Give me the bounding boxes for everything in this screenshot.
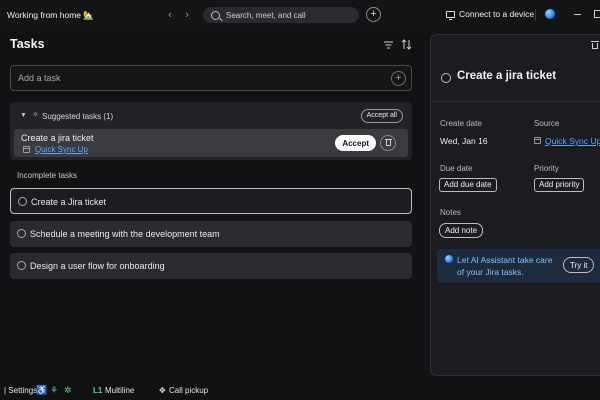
task-row-3[interactable]: Design a user flow for onboarding [10, 253, 412, 279]
priority-label: Priority [534, 164, 559, 173]
accept-button[interactable]: Accept [335, 135, 376, 151]
add-task-plus-button[interactable]: + [391, 71, 406, 86]
task-label: Design a user flow for onboarding [30, 261, 165, 271]
task-label: Schedule a meeting with the development … [30, 229, 220, 239]
chevron-down-icon[interactable]: ▼ [20, 112, 27, 119]
bottom-bar: | Settings ♿ ⚘ ✲ L1 Multiline ✥ Call pic… [0, 380, 600, 400]
connect-device-button[interactable]: Connect to a device [446, 9, 535, 20]
task-complete-radio[interactable] [17, 261, 26, 270]
call-pickup-icon: ✥ [159, 386, 166, 395]
add-note-button[interactable]: Add note [439, 223, 484, 238]
accept-all-button[interactable]: Accept all [360, 109, 403, 123]
source-label: Source [534, 119, 560, 128]
back-arrow-icon[interactable]: ‹ [163, 8, 177, 22]
detail-divider [431, 101, 600, 102]
settings-button[interactable]: | Settings [4, 386, 37, 395]
task-row-2[interactable]: Schedule a meeting with the development … [10, 221, 412, 247]
calendar-icon [534, 137, 541, 144]
add-due-date-button[interactable]: Add due date [439, 178, 497, 192]
add-task-field[interactable]: + [10, 65, 412, 91]
suggested-task-title: Create a jira ticket [21, 133, 94, 143]
line-marker: L1 [93, 386, 103, 395]
ai-assistant-card: Let AI Assistant take care of your Jira … [437, 249, 600, 283]
add-priority-button[interactable]: Add priority [534, 178, 585, 192]
call-pickup-button[interactable]: Call pickup [169, 386, 208, 395]
task-complete-radio[interactable] [17, 229, 26, 238]
search-icon [211, 10, 220, 20]
connect-device-label: Connect to a device [459, 9, 535, 19]
filter-icon[interactable] [384, 41, 393, 49]
try-it-button[interactable]: Try it [563, 257, 595, 273]
accessibility-icon[interactable]: ♿ [36, 385, 47, 396]
suggested-tasks-title: Suggested tasks (1) [42, 112, 114, 121]
minimize-icon[interactable] [574, 14, 581, 15]
suggested-task-item[interactable]: Create a jira ticket Quick Sync Up Accep… [14, 129, 408, 157]
sort-icon[interactable] [401, 39, 412, 50]
suggested-tasks-panel: ▼ ✧ Suggested tasks (1) Accept all Creat… [10, 102, 412, 160]
search-bar[interactable] [203, 7, 359, 23]
due-date-label: Due date [440, 164, 473, 173]
add-task-input[interactable] [18, 73, 358, 83]
monitor-icon [446, 10, 455, 20]
task-detail-panel: Create a jira ticket Create date Wed, Ja… [430, 34, 600, 376]
detail-title: Create a jira ticket [457, 70, 557, 82]
task-label: Create a Jira ticket [31, 197, 107, 207]
detail-complete-radio[interactable] [441, 73, 451, 83]
trash-lid [591, 41, 599, 42]
ai-assistant-icon [445, 255, 453, 263]
title-bar: Working from home 🏡 ‹ › + Connect to a d… [0, 0, 600, 30]
sparkle-icon: ✧ [32, 110, 39, 119]
source-link[interactable]: Quick Sync Up [545, 136, 600, 146]
delete-suggestion-button[interactable] [380, 135, 396, 151]
create-date-value: Wed, Jan 16 [440, 136, 488, 146]
maximize-icon[interactable] [594, 10, 600, 18]
delete-task-icon[interactable] [591, 41, 599, 49]
incomplete-tasks-label: Incomplete tasks [17, 171, 78, 180]
ai-assistant-text: Let AI Assistant take care of your Jira … [457, 255, 553, 277]
sync-icon[interactable]: ✲ [64, 385, 72, 396]
page-title: Tasks [10, 37, 45, 51]
create-date-label: Create date [440, 119, 482, 128]
suggested-task-source-link[interactable]: Quick Sync Up [35, 145, 88, 154]
calendar-icon [23, 146, 30, 153]
trash-icon [592, 43, 598, 49]
multiline-button[interactable]: Multiline [105, 386, 134, 395]
search-input[interactable] [226, 10, 351, 20]
task-row-1[interactable]: Create a Jira ticket [10, 188, 412, 214]
titlebar-divider [535, 9, 536, 21]
user-status[interactable]: Working from home 🏡 [7, 10, 94, 21]
forward-arrow-icon[interactable]: › [180, 8, 194, 22]
new-action-button[interactable]: + [366, 7, 381, 22]
task-complete-radio[interactable] [18, 197, 27, 206]
network-icon[interactable]: ⚘ [50, 385, 58, 396]
trash-icon [386, 140, 391, 146]
ai-assistant-icon[interactable] [545, 9, 555, 19]
notes-label: Notes [440, 208, 461, 217]
